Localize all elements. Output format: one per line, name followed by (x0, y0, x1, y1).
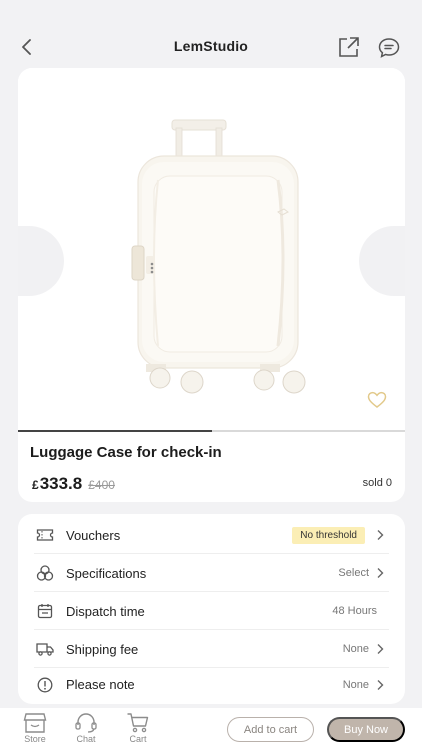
row-label: Shipping fee (66, 641, 139, 657)
product-info-card: Vouchers No threshold Specifications Sel… (18, 514, 405, 704)
top-bar: LemStudio (0, 0, 422, 70)
vouchers-row[interactable]: Vouchers No threshold (34, 517, 389, 554)
tab-label: Store (24, 734, 46, 744)
row-label: Dispatch time (66, 603, 145, 619)
share-icon (339, 37, 359, 57)
product-name: Luggage Case for check-in (30, 444, 222, 461)
tab-cart[interactable]: Cart (120, 712, 156, 750)
chevron-right-icon (377, 644, 384, 654)
store-icon (23, 713, 47, 733)
gallery-prev-button[interactable] (18, 226, 64, 296)
gallery-progress (18, 430, 405, 432)
original-price: £400 (88, 478, 115, 492)
dispatch-time-row[interactable]: Dispatch time 48 Hours (34, 593, 389, 630)
tab-chat[interactable]: Chat (68, 712, 104, 750)
please-note-row[interactable]: Please note None (34, 666, 389, 703)
row-label: Vouchers (66, 527, 121, 543)
chevron-right-icon (377, 679, 384, 690)
row-value: None (342, 678, 369, 691)
product-image (131, 119, 306, 394)
shipping-fee-row[interactable]: Shipping fee None (34, 631, 389, 668)
gallery-next-button[interactable] (359, 226, 405, 296)
ticket-icon (36, 526, 54, 544)
tab-label: Cart (129, 734, 147, 744)
chevron-right-icon (377, 530, 384, 540)
voucher-badge: No threshold (292, 526, 365, 544)
add-to-cart-button[interactable]: Add to cart (227, 717, 314, 742)
chevron-right-icon (377, 568, 384, 578)
tab-store[interactable]: Store (17, 712, 53, 750)
row-value: 48 Hours (332, 605, 377, 617)
current-price: 333.8 (39, 474, 83, 493)
favorite-button[interactable] (367, 391, 389, 411)
truck-icon (36, 640, 54, 658)
calendar-icon (36, 602, 54, 620)
info-icon (36, 676, 54, 694)
price-currency: £ (32, 478, 39, 492)
cart-icon (127, 713, 149, 733)
product-image-gallery[interactable] (18, 68, 405, 431)
row-value: Select (338, 567, 369, 579)
buy-now-button[interactable]: Buy Now (327, 717, 405, 742)
row-value: None (342, 643, 369, 655)
chat-button[interactable] (377, 36, 403, 62)
price-row: £ 333.8 £400 (32, 474, 115, 494)
chat-bubble-icon (378, 38, 400, 58)
product-card: Luggage Case for check-in £ 333.8 £400 s… (18, 68, 405, 502)
bottom-action-bar: Store Chat Cart Add to cart Buy Now (0, 708, 422, 750)
share-button[interactable] (337, 35, 363, 61)
sold-count: sold 0 (362, 477, 392, 489)
heart-icon (367, 391, 387, 408)
tab-label: Chat (76, 734, 96, 744)
headset-icon (75, 713, 97, 733)
specifications-row[interactable]: Specifications Select (34, 555, 389, 592)
gallery-progress-fill (18, 430, 212, 432)
cubes-icon (36, 564, 54, 582)
row-label: Please note (66, 677, 135, 692)
row-label: Specifications (66, 565, 147, 581)
